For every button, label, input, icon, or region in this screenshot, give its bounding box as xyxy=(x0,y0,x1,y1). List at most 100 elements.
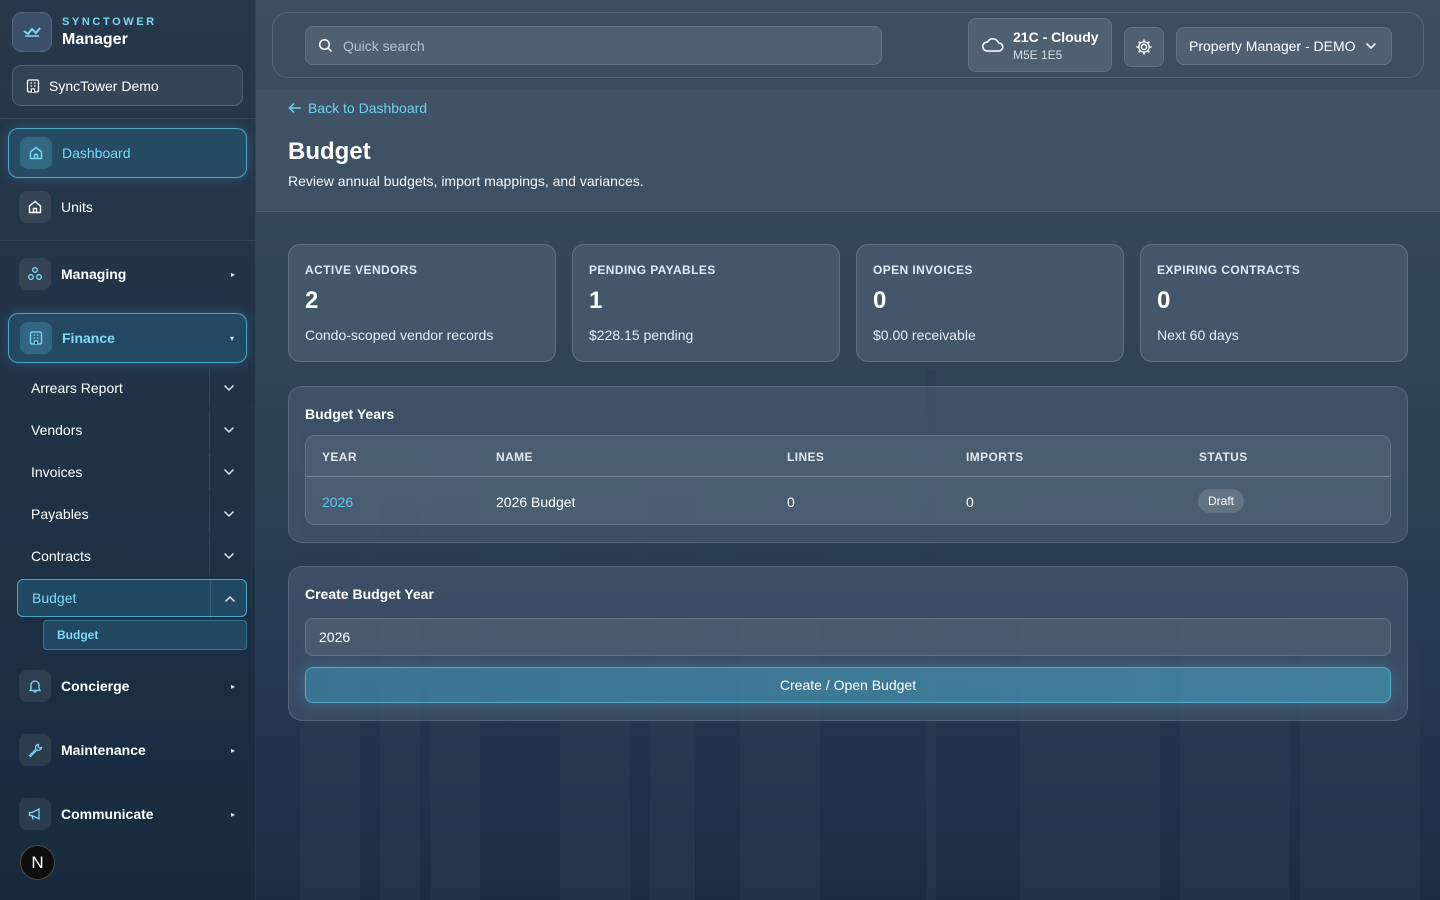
gear-icon xyxy=(1136,39,1152,55)
bell-icon xyxy=(19,670,51,702)
search-icon xyxy=(318,38,333,53)
stat-note: Next 60 days xyxy=(1157,327,1239,343)
chevron-down-icon[interactable] xyxy=(209,453,247,491)
budget-years-table: YEAR NAME LINES IMPORTS STATUS 2026 2026… xyxy=(305,435,1391,525)
column-header-lines: LINES xyxy=(787,450,825,464)
nav-finance[interactable]: Finance ▾ xyxy=(8,313,247,363)
search-box[interactable] xyxy=(305,26,882,65)
stat-card-expiring-contracts: EXPIRING CONTRACTS 0 Next 60 days xyxy=(1140,244,1408,362)
stat-value: 1 xyxy=(589,287,603,314)
role-label: Property Manager - DEMO xyxy=(1189,38,1356,54)
chevron-down-icon xyxy=(1365,42,1377,50)
finance-item-arrears-report[interactable]: Arrears Report xyxy=(17,369,247,407)
search-input[interactable] xyxy=(343,37,843,54)
budget-years-panel: Budget Years YEAR NAME LINES IMPORTS STA… xyxy=(288,386,1408,543)
caret-right-icon: ▸ xyxy=(230,745,235,755)
caret-right-icon: ▸ xyxy=(230,681,235,691)
finance-item-label: Payables xyxy=(31,506,89,522)
chevron-up-icon[interactable] xyxy=(210,580,248,618)
back-to-dashboard-link[interactable]: Back to Dashboard xyxy=(288,100,427,116)
finance-item-vendors[interactable]: Vendors xyxy=(17,411,247,449)
role-selector[interactable]: Property Manager - DEMO xyxy=(1176,27,1392,65)
brand-logo-icon xyxy=(12,12,52,52)
finance-item-budget[interactable]: Budget xyxy=(17,579,248,618)
budget-year-input[interactable] xyxy=(305,618,1391,656)
nav-finance-label: Finance xyxy=(62,330,115,346)
brand-title: Manager xyxy=(62,30,128,48)
column-header-name: NAME xyxy=(496,450,533,464)
topbar: 21C - Cloudy M5E 1E5 Property Manager - … xyxy=(272,12,1424,78)
org-switcher-button[interactable]: SyncTower Demo xyxy=(12,65,243,106)
back-link-label: Back to Dashboard xyxy=(308,100,428,116)
nav-dashboard[interactable]: Dashboard xyxy=(8,128,247,178)
create-open-budget-button[interactable]: Create / Open Budget xyxy=(305,667,1391,703)
finance-item-label: Budget xyxy=(32,590,77,606)
budget-name-cell: 2026 Budget xyxy=(496,494,576,510)
stat-note: Condo-scoped vendor records xyxy=(305,327,494,343)
stat-label: EXPIRING CONTRACTS xyxy=(1157,263,1301,277)
create-budget-year-panel: Create Budget Year Create / Open Budget xyxy=(288,566,1408,721)
finance-item-label: Arrears Report xyxy=(31,380,123,396)
status-badge: Draft xyxy=(1198,489,1245,513)
weather-location: M5E 1E5 xyxy=(1013,47,1063,62)
nav-managing[interactable]: Managing ▸ xyxy=(8,250,247,298)
finance-item-payables[interactable]: Payables xyxy=(17,495,247,533)
finance-item-contracts[interactable]: Contracts xyxy=(17,537,247,575)
nav-managing-label: Managing xyxy=(61,266,127,282)
weather-main: 21C - Cloudy xyxy=(1013,28,1099,45)
divider xyxy=(0,118,255,119)
finance-item-label: Invoices xyxy=(31,464,83,480)
chevron-down-icon[interactable] xyxy=(209,411,247,449)
budget-years-title: Budget Years xyxy=(305,406,395,422)
settings-button[interactable] xyxy=(1124,27,1164,67)
budget-year-link[interactable]: 2026 xyxy=(322,494,353,510)
sidebar: SYNCTOWER Manager SyncTower Demo Dashboa… xyxy=(0,0,256,900)
home-icon xyxy=(20,137,52,169)
stat-note: $0.00 receivable xyxy=(873,327,976,343)
stat-value: 2 xyxy=(305,287,319,314)
nav-units-label: Units xyxy=(61,199,93,215)
nav-units[interactable]: Units xyxy=(8,184,247,230)
cloud-icon xyxy=(981,38,1004,52)
finance-item-label: Vendors xyxy=(31,422,83,438)
weather-widget[interactable]: 21C - Cloudy M5E 1E5 xyxy=(968,18,1112,72)
nav-maintenance-label: Maintenance xyxy=(61,742,146,758)
table-header: YEAR NAME LINES IMPORTS STATUS xyxy=(306,436,1390,477)
finance-item-label: Contracts xyxy=(31,548,91,564)
chevron-down-icon[interactable] xyxy=(209,495,247,533)
nav-maintenance[interactable]: Maintenance ▸ xyxy=(8,726,247,774)
stat-label: PENDING PAYABLES xyxy=(589,263,716,277)
divider xyxy=(0,240,255,241)
budget-lines-cell: 0 xyxy=(787,494,795,510)
nav-concierge-label: Concierge xyxy=(61,678,130,694)
caret-down-icon: ▾ xyxy=(229,333,234,343)
avatar[interactable]: N xyxy=(20,845,55,880)
page-title: Budget xyxy=(288,138,371,165)
stat-value: 0 xyxy=(1157,287,1171,314)
stat-value: 0 xyxy=(873,287,887,314)
column-header-imports: IMPORTS xyxy=(966,450,1024,464)
stat-label: OPEN INVOICES xyxy=(873,263,973,277)
stat-note: $228.15 pending xyxy=(589,327,694,343)
finance-item-invoices[interactable]: Invoices xyxy=(17,453,247,491)
column-header-year: YEAR xyxy=(322,450,357,464)
stat-card-pending-payables: PENDING PAYABLES 1 $228.15 pending xyxy=(572,244,840,362)
nav-communicate-label: Communicate xyxy=(61,806,154,822)
budget-subitem[interactable]: Budget xyxy=(43,620,247,650)
building-icon xyxy=(20,322,52,354)
arrow-left-icon xyxy=(288,102,301,114)
building-icon xyxy=(26,78,40,93)
budget-imports-cell: 0 xyxy=(966,494,974,510)
nav-communicate[interactable]: Communicate ▸ xyxy=(8,790,247,838)
page-subtitle: Review annual budgets, import mappings, … xyxy=(288,173,644,189)
chevron-down-icon[interactable] xyxy=(209,537,247,575)
caret-right-icon: ▸ xyxy=(230,269,235,279)
wrench-icon xyxy=(19,734,51,766)
stat-card-open-invoices: OPEN INVOICES 0 $0.00 receivable xyxy=(856,244,1124,362)
home-icon xyxy=(19,191,51,223)
caret-right-icon: ▸ xyxy=(230,809,235,819)
column-header-status: STATUS xyxy=(1199,450,1248,464)
create-budget-year-title: Create Budget Year xyxy=(305,586,434,602)
chevron-down-icon[interactable] xyxy=(209,369,247,407)
nav-concierge[interactable]: Concierge ▸ xyxy=(8,662,247,710)
